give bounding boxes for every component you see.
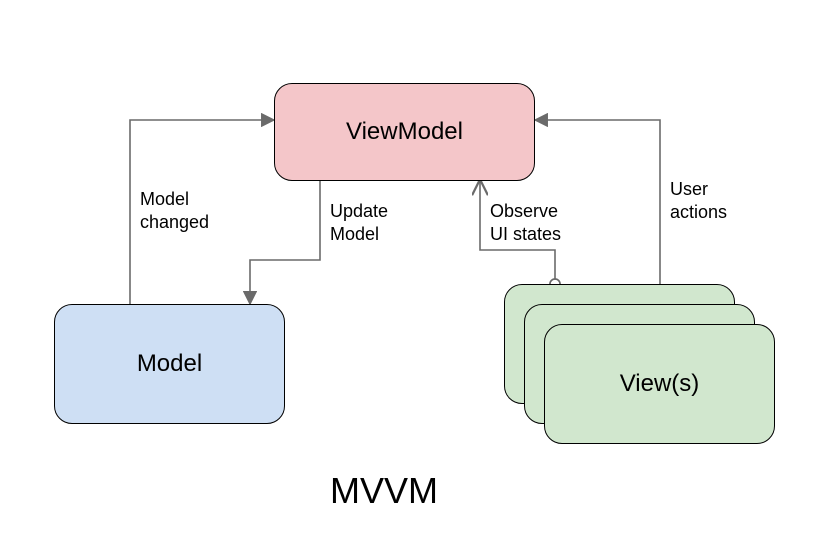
node-views: View(s) — [544, 324, 775, 444]
node-viewmodel-label: ViewModel — [346, 118, 463, 146]
diagram-title: MVVM — [330, 470, 438, 512]
edge-label-observe-ui: Observe UI states — [490, 200, 561, 245]
node-model: Model — [54, 304, 285, 424]
edge-label-update-model: Update Model — [330, 200, 388, 245]
node-viewmodel: ViewModel — [274, 83, 535, 181]
edge-label-user-actions: User actions — [670, 178, 727, 223]
arrow-update-model — [250, 181, 320, 304]
node-views-label: View(s) — [620, 370, 700, 398]
edge-label-model-changed: Model changed — [140, 188, 209, 233]
node-model-label: Model — [137, 350, 202, 378]
diagram-canvas: ViewModel Model View(s) Model changed Up… — [0, 0, 813, 559]
